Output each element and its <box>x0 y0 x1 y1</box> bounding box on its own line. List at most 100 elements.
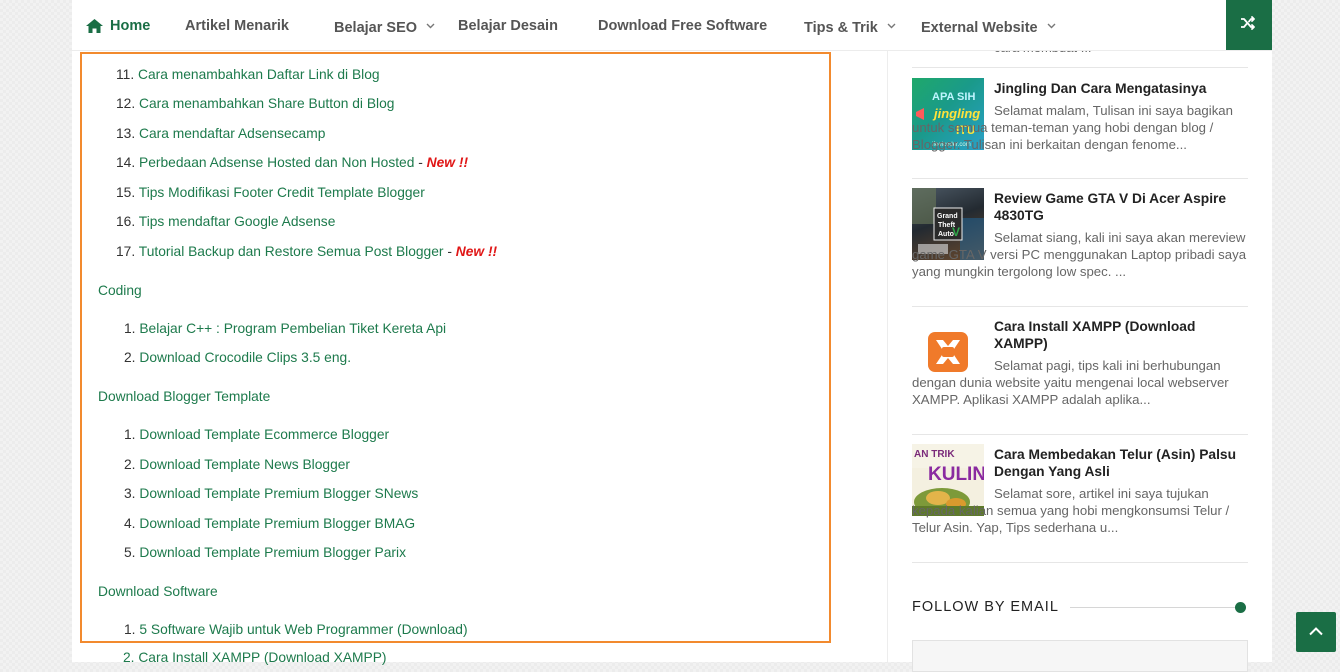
popular-post[interactable]: AN TRIK KULIN Cara Membedakan Telur (Asi… <box>912 444 1248 563</box>
random-post-button[interactable] <box>1226 0 1272 50</box>
post-excerpt: Selamat pagi, tips kali ini berhubungan … <box>912 358 1229 407</box>
list-item[interactable]: 4. Download Template Premium Blogger BMA… <box>124 516 415 531</box>
post-title[interactable]: Jingling Dan Cara Mengatasinya <box>994 80 1248 97</box>
item-link[interactable]: Download Template Ecommerce Blogger <box>139 427 389 442</box>
item-number: 13. <box>116 126 136 141</box>
nav-home-label: Home <box>110 18 151 34</box>
post-excerpt: Selamat siang, kali ini saya akan merevi… <box>912 230 1247 279</box>
item-link[interactable]: Cara menambahkan Share Button di Blog <box>139 96 394 111</box>
post-title[interactable]: Review Game GTA V Di Acer Aspire 4830TG <box>994 190 1248 224</box>
nav-download-free-software[interactable]: Download Free Software <box>598 0 767 50</box>
thumb-text: AN TRIK <box>914 449 955 460</box>
chevron-down-icon <box>1047 0 1056 52</box>
list-item[interactable]: 11. Cara menambahkan Daftar Link di Blog <box>116 67 380 82</box>
separator: - <box>443 244 456 259</box>
nav-belajar-desain[interactable]: Belajar Desain <box>458 0 558 50</box>
home-icon <box>86 18 103 34</box>
chevron-down-icon <box>426 0 435 52</box>
separator: - <box>414 155 427 170</box>
item-link[interactable]: Download Template Premium Blogger BMAG <box>139 516 415 531</box>
nav-label: External Website <box>921 20 1038 36</box>
list-item-cut-off[interactable]: 2. Cara Install XAMPP (Download XAMPP) <box>123 650 387 665</box>
item-link[interactable]: Download Template Premium Blogger Parix <box>139 545 406 560</box>
item-number: 1. <box>124 622 136 637</box>
list-item[interactable]: 2. Download Template News Blogger <box>124 457 350 472</box>
email-input[interactable] <box>912 640 1248 672</box>
item-number: 4. <box>124 516 136 531</box>
popular-post[interactable]: APA SIH jingling ITU ifeelcoder.com Jing… <box>912 78 1248 179</box>
list-item[interactable]: 1. Belajar C++ : Program Pembelian Tiket… <box>124 321 446 336</box>
list-item[interactable]: 12. Cara menambahkan Share Button di Blo… <box>116 96 394 111</box>
list-item[interactable]: 16. Tips mendaftar Google Adsense <box>116 214 335 229</box>
list-item[interactable]: 2. Download Crocodile Clips 3.5 eng. <box>124 350 351 365</box>
list-item[interactable]: 14. Perbedaan Adsense Hosted dan Non Hos… <box>116 155 468 170</box>
page-container: Home Artikel Menarik Belajar SEO Belajar… <box>72 0 1272 672</box>
item-number: 17. <box>116 244 136 259</box>
item-link[interactable]: Download Crocodile Clips 3.5 eng. <box>139 350 351 365</box>
item-link[interactable]: Tips mendaftar Google Adsense <box>139 214 336 229</box>
item-number: 11. <box>116 67 135 82</box>
top-navigation: Home Artikel Menarik Belajar SEO Belajar… <box>72 0 1272 51</box>
post-excerpt: Selamat sore, artikel ini saya tujukan k… <box>912 486 1230 535</box>
post-content-highlighted: 11. Cara menambahkan Daftar Link di Blog… <box>80 52 831 643</box>
chevron-up-icon <box>1308 623 1324 641</box>
nav-label: Tips & Trik <box>804 20 878 36</box>
nav-belajar-seo[interactable]: Belajar SEO <box>334 0 435 50</box>
item-link[interactable]: Perbedaan Adsense Hosted dan Non Hosted <box>139 155 414 170</box>
item-link[interactable]: Download Template News Blogger <box>139 457 350 472</box>
new-badge: New !! <box>455 244 498 259</box>
back-to-top-button[interactable] <box>1296 612 1336 652</box>
new-badge: New !! <box>426 155 469 170</box>
item-link[interactable]: Cara mendaftar Adsensecamp <box>139 126 325 141</box>
list-item[interactable]: 15. Tips Modifikasi Footer Credit Templa… <box>116 185 425 200</box>
post-title[interactable]: Cara Install XAMPP (Download XAMPP) <box>994 318 1248 352</box>
item-link[interactable]: Belajar C++ : Program Pembelian Tiket Ke… <box>139 321 446 336</box>
post-title[interactable]: Cara Membedakan Telur (Asin) Palsu Denga… <box>994 446 1248 480</box>
column-divider <box>887 50 888 662</box>
list-item[interactable]: 1. 5 Software Wajib untuk Web Programmer… <box>124 622 468 637</box>
item-number: 15. <box>116 185 136 200</box>
nav-artikel-menarik[interactable]: Artikel Menarik <box>185 0 289 50</box>
list-item[interactable]: 1. Download Template Ecommerce Blogger <box>124 427 389 442</box>
item-number: 3. <box>124 486 136 501</box>
thumb-text: KULIN <box>928 464 984 485</box>
nav-home[interactable]: Home <box>86 0 150 50</box>
nav-tips-trik[interactable]: Tips & Trik <box>804 0 896 50</box>
follow-by-email-title: FOLLOW BY EMAIL <box>912 599 1059 615</box>
item-link[interactable]: Download Template Premium Blogger SNews <box>139 486 418 501</box>
post-excerpt: Selamat malam, Tulisan ini saya bagikan … <box>912 103 1233 152</box>
list-item[interactable]: 5. Download Template Premium Blogger Par… <box>124 545 406 560</box>
item-number: 1. <box>124 321 136 336</box>
sidebar: cara membuat ... APA SIH jingling ITU if… <box>912 0 1248 672</box>
nav-label: Belajar SEO <box>334 20 418 36</box>
shuffle-icon <box>1240 15 1257 35</box>
item-number: 2. <box>124 350 136 365</box>
popular-post[interactable]: Cara Install XAMPP (Download XAMPP) Sela… <box>912 316 1248 435</box>
nav-label: Belajar Desain <box>458 18 558 34</box>
section-heading-coding[interactable]: Coding <box>98 283 142 298</box>
item-number: 12. <box>116 96 136 111</box>
heading-dot <box>1235 602 1246 613</box>
item-link[interactable]: 5 Software Wajib untuk Web Programmer (D… <box>139 622 467 637</box>
nav-label: Artikel Menarik <box>185 18 289 34</box>
chevron-down-icon <box>887 0 896 52</box>
item-number: 14. <box>116 155 136 170</box>
thumb-text: Grand <box>937 213 958 220</box>
divider <box>912 67 1248 68</box>
list-item[interactable]: 17. Tutorial Backup dan Restore Semua Po… <box>116 244 497 259</box>
nav-external-website[interactable]: External Website <box>921 0 1056 50</box>
item-number: 16. <box>116 214 136 229</box>
item-link[interactable]: Tips Modifikasi Footer Credit Template B… <box>139 185 425 200</box>
item-link[interactable]: Cara menambahkan Daftar Link di Blog <box>138 67 380 82</box>
popular-post[interactable]: Grand Theft Auto V Review Game GTA V Di … <box>912 188 1248 307</box>
section-heading-blogger-template[interactable]: Download Blogger Template <box>98 389 270 404</box>
nav-label: Download Free Software <box>598 18 768 34</box>
section-heading-software[interactable]: Download Software <box>98 584 218 599</box>
list-item[interactable]: 3. Download Template Premium Blogger SNe… <box>124 486 418 501</box>
item-link[interactable]: Tutorial Backup dan Restore Semua Post B… <box>139 244 444 259</box>
item-number: 2. <box>124 457 136 472</box>
item-number: 5. <box>124 545 136 560</box>
heading-rule <box>1070 607 1238 608</box>
list-item[interactable]: 13. Cara mendaftar Adsensecamp <box>116 126 325 141</box>
item-number: 1. <box>124 427 136 442</box>
